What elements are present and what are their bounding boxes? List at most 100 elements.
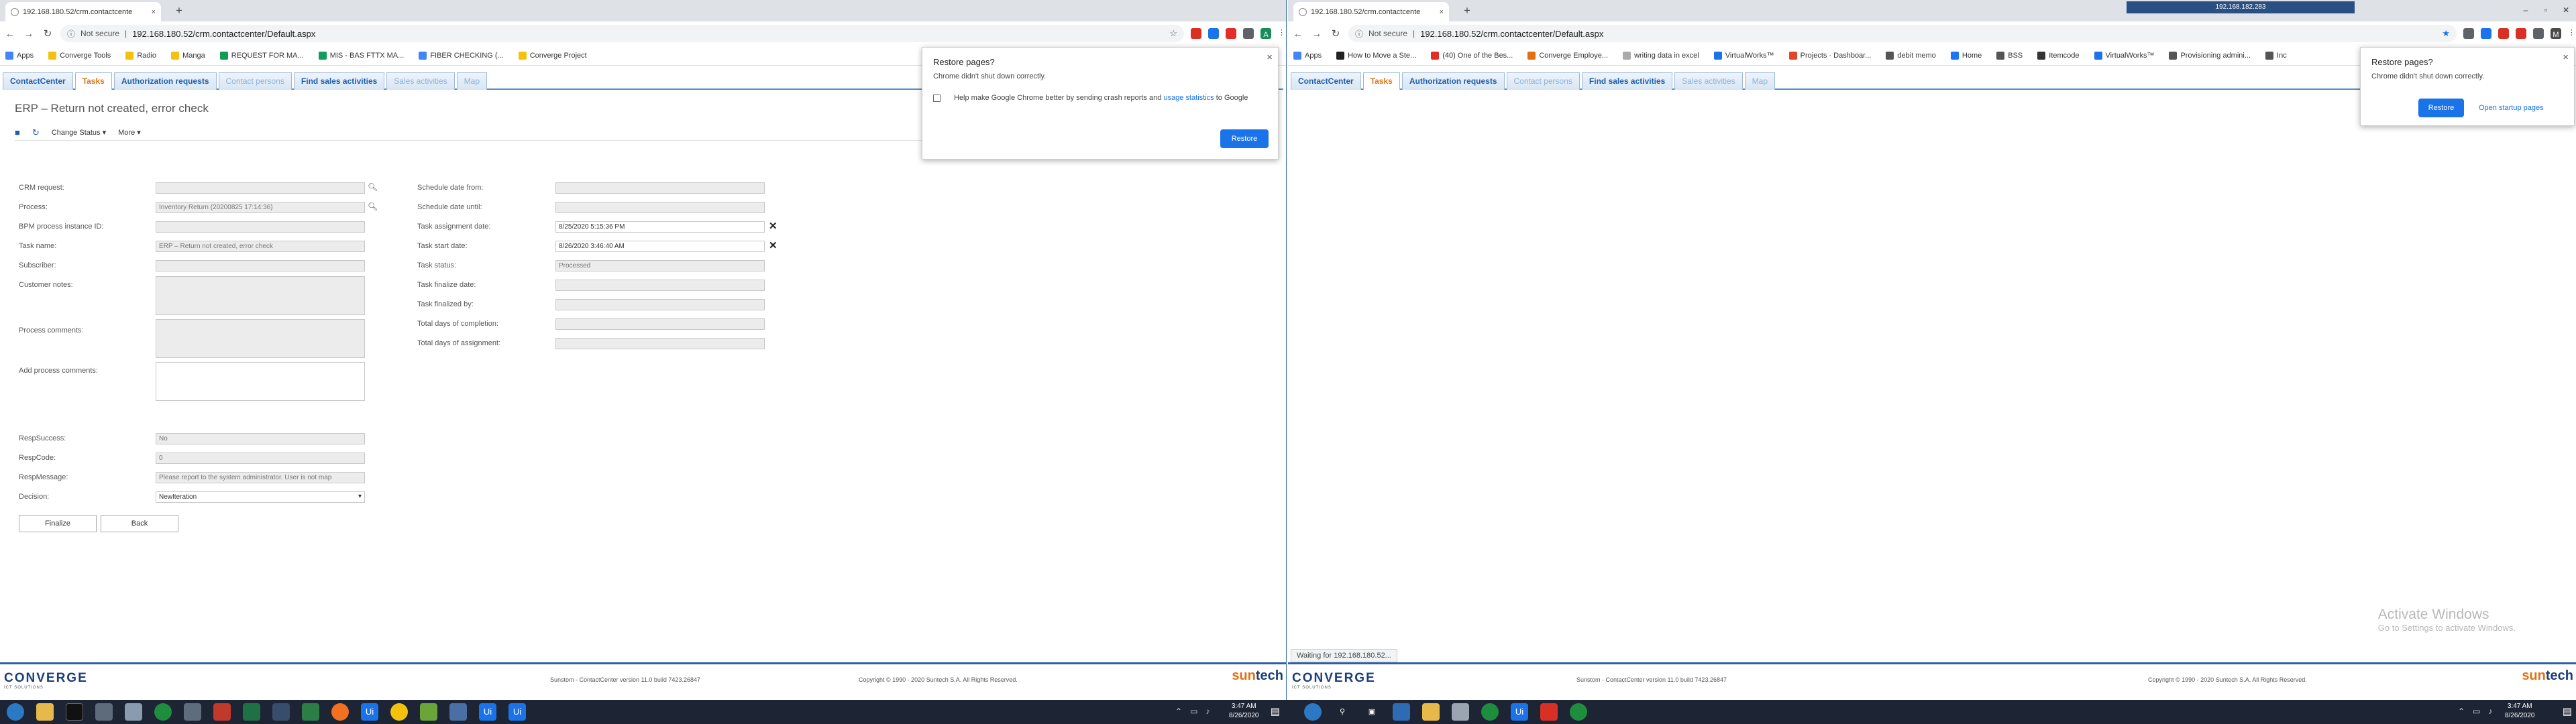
task-view-icon[interactable]: ▣: [1363, 703, 1381, 721]
puzzle-icon[interactable]: [2533, 28, 2544, 39]
extension-icon[interactable]: [1191, 28, 1201, 39]
menu-icon[interactable]: ⋮: [1278, 28, 1285, 39]
tab-contactcenter[interactable]: ContactCenter: [1291, 72, 1361, 90]
app-icon[interactable]: [125, 703, 142, 721]
app-icon[interactable]: [184, 703, 201, 721]
more-menu[interactable]: More ▾: [118, 128, 141, 137]
close-icon[interactable]: ✕: [2556, 0, 2576, 21]
bookmark-item[interactable]: Provisioning admini...: [2169, 51, 2251, 60]
network-icon[interactable]: ▭: [1190, 707, 1197, 716]
bookmark-item[interactable]: Converge Project: [518, 51, 587, 60]
bookmark-item[interactable]: Radio: [125, 51, 156, 60]
tab-find-sales-activities[interactable]: Find sales activities: [1581, 72, 1673, 90]
bookmark-item[interactable]: MIS - BAS FTTX MA...: [318, 51, 404, 60]
terminal-icon[interactable]: [66, 703, 83, 721]
notification-icon[interactable]: ▤: [1271, 705, 1280, 717]
usage-statistics-link[interactable]: usage statistics: [1163, 94, 1214, 102]
start-icon[interactable]: [7, 703, 24, 721]
app-icon[interactable]: [272, 703, 290, 721]
app-icon[interactable]: [390, 703, 408, 721]
excel-icon[interactable]: [243, 703, 260, 721]
tab-sales-activities[interactable]: Sales activities: [1674, 72, 1743, 90]
search-icon[interactable]: 🔍︎: [368, 202, 378, 211]
bookmark-item[interactable]: writing data in excel: [1623, 51, 1699, 60]
resp-code-field[interactable]: 0: [156, 452, 365, 464]
notification-icon[interactable]: ▤: [2563, 705, 2572, 717]
clear-icon[interactable]: ✕: [769, 239, 777, 251]
bookmark-item[interactable]: How to Move a Ste...: [1336, 51, 1416, 60]
bookmark-item[interactable]: Inc: [2265, 51, 2287, 60]
subscriber-field[interactable]: [156, 260, 365, 272]
new-tab-button[interactable]: +: [1460, 3, 1474, 18]
uipath-icon[interactable]: Ui: [479, 703, 496, 721]
bookmark-item[interactable]: Itemcode: [2037, 51, 2080, 60]
back-icon[interactable]: ←: [1292, 28, 1304, 40]
browser-tab[interactable]: 192.168.180.52/crm.contactcente ×: [5, 2, 161, 21]
app-icon[interactable]: [331, 703, 349, 721]
minimize-icon[interactable]: –: [2516, 0, 2536, 21]
app-icon[interactable]: [1540, 703, 1558, 721]
address-bar[interactable]: ⓘ Not secure | 192.168.180.52/crm.contac…: [1348, 25, 2457, 42]
start-date-field[interactable]: 8/26/2020 3:46:40 AM: [555, 241, 765, 252]
customer-notes-field[interactable]: [156, 276, 365, 315]
reload-icon[interactable]: ↻: [1330, 27, 1342, 40]
media-player-icon[interactable]: [95, 703, 113, 721]
extension-icon[interactable]: [2481, 28, 2491, 39]
app-icon[interactable]: [449, 703, 467, 721]
star-icon[interactable]: ★: [2442, 28, 2450, 39]
puzzle-icon[interactable]: [1243, 28, 1254, 39]
extension-icon[interactable]: [1226, 28, 1236, 39]
bookmark-item[interactable]: REQUEST FOR MA...: [219, 51, 304, 60]
bookmark-item[interactable]: VirtualWorks™: [2094, 51, 2154, 60]
chrome-icon[interactable]: [1481, 703, 1499, 721]
tab-tasks[interactable]: Tasks: [74, 72, 112, 90]
extension-icon[interactable]: [2463, 28, 2474, 39]
process-comments-field[interactable]: [156, 319, 365, 358]
task-name-field[interactable]: ERP – Return not created, error check: [156, 241, 365, 252]
restore-button[interactable]: Restore: [2418, 99, 2464, 117]
address-bar[interactable]: ⓘ Not secure | 192.168.180.52/crm.contac…: [60, 25, 1184, 42]
tab-tasks[interactable]: Tasks: [1362, 72, 1400, 90]
tab-authorization-requests[interactable]: Authorization requests: [113, 72, 217, 90]
tab-map[interactable]: Map: [456, 72, 488, 90]
app-icon[interactable]: [302, 703, 319, 721]
bookmark-item[interactable]: Apps: [1293, 51, 1322, 60]
finalized-by-field[interactable]: [555, 299, 765, 310]
add-process-comments-field[interactable]: [156, 362, 365, 401]
bookmark-item[interactable]: Apps: [5, 51, 34, 60]
close-icon[interactable]: ×: [1267, 52, 1273, 63]
extension-icon[interactable]: [2498, 28, 2509, 39]
menu-icon[interactable]: ⋮: [2568, 28, 2575, 39]
days-assignment-field[interactable]: [555, 338, 765, 349]
restore-button[interactable]: Restore: [1220, 129, 1269, 148]
bookmark-item[interactable]: Converge Employe...: [1527, 51, 1608, 60]
clear-icon[interactable]: ✕: [769, 220, 777, 232]
days-completion-field[interactable]: [555, 318, 765, 330]
open-startup-pages-button[interactable]: Open startup pages: [2479, 104, 2544, 112]
uipath-icon[interactable]: Ui: [1511, 703, 1528, 721]
network-icon[interactable]: ▭: [2473, 707, 2480, 716]
bpm-id-field[interactable]: [156, 221, 365, 233]
tab-sales-activities[interactable]: Sales activities: [386, 72, 455, 90]
back-button[interactable]: Back: [101, 515, 178, 532]
crm-request-field[interactable]: [156, 182, 365, 194]
tab-contact-persons[interactable]: Contact persons: [1506, 72, 1580, 90]
reload-icon[interactable]: ↻: [42, 27, 54, 40]
crash-report-checkbox[interactable]: [933, 94, 941, 102]
uipath-icon[interactable]: Ui: [361, 703, 378, 721]
uipath-icon[interactable]: Ui: [508, 703, 526, 721]
change-status-menu[interactable]: Change Status ▾: [52, 128, 106, 137]
bookmark-item[interactable]: (40) One of the Bes...: [1431, 51, 1513, 60]
file-explorer-icon[interactable]: [36, 703, 54, 721]
assignment-date-field[interactable]: 8/25/2020 5:15:36 PM: [555, 221, 765, 233]
chevron-up-icon[interactable]: ⌃: [2458, 707, 2465, 716]
app-icon[interactable]: [420, 703, 437, 721]
avatar[interactable]: M: [2551, 28, 2561, 39]
bookmark-item[interactable]: BSS: [1996, 51, 2023, 60]
forward-icon[interactable]: →: [1311, 28, 1323, 40]
status-field[interactable]: Processed: [555, 260, 765, 272]
forward-icon[interactable]: →: [23, 28, 35, 40]
extension-icon[interactable]: [1208, 28, 1219, 39]
taskbar-clock[interactable]: 3:47 AM 8/26/2020: [2505, 702, 2535, 721]
bookmark-item[interactable]: Manga: [171, 51, 205, 60]
